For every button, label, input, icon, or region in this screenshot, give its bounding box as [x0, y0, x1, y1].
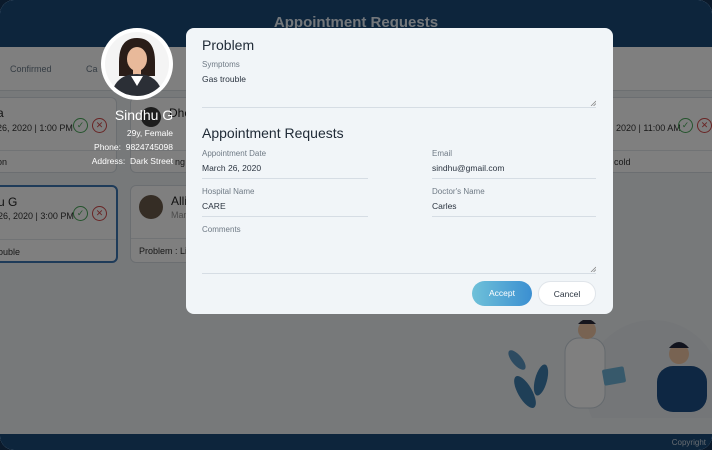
- resize-handle-icon[interactable]: [590, 100, 596, 106]
- resize-handle-icon[interactable]: [590, 266, 596, 272]
- comments-underline: [202, 273, 596, 274]
- doctor-label: Doctor's Name: [432, 187, 485, 196]
- patient-address: Address: Dark Street: [92, 156, 173, 166]
- field-underline: [202, 178, 368, 179]
- email-field[interactable]: sindhu@gmail.com: [432, 163, 504, 173]
- cancel-button[interactable]: Cancel: [538, 281, 596, 306]
- phone-label: Phone:: [94, 142, 121, 152]
- app-window: Appointment Requests Confirmed Ca a 26, …: [0, 0, 712, 450]
- field-underline: [432, 178, 596, 179]
- doctor-field[interactable]: Carles: [432, 201, 457, 211]
- field-underline: [432, 216, 596, 217]
- section-heading: Appointment Requests: [202, 125, 344, 141]
- field-underline: [202, 216, 368, 217]
- appointment-modal: Problem Symptoms Gas trouble Appointment…: [186, 28, 613, 314]
- appointment-date-label: Appointment Date: [202, 149, 267, 158]
- symptoms-underline: [202, 107, 596, 108]
- phone-value: 9824745098: [125, 142, 173, 152]
- hospital-field[interactable]: CARE: [202, 201, 226, 211]
- problem-heading: Problem: [202, 37, 255, 53]
- appointment-date-field[interactable]: March 26, 2020: [202, 163, 261, 173]
- accept-button[interactable]: Accept: [472, 281, 532, 306]
- patient-phone: Phone: 9824745098: [94, 142, 173, 152]
- comments-field[interactable]: [202, 239, 592, 269]
- email-label: Email: [432, 149, 453, 158]
- patient-age-gender: 29y, Female: [126, 128, 173, 138]
- patient-avatar: [101, 28, 173, 100]
- address-label: Address:: [91, 156, 126, 166]
- comments-label: Comments: [202, 225, 241, 234]
- symptoms-field[interactable]: Gas trouble: [202, 74, 246, 84]
- symptoms-label: Symptoms: [202, 60, 240, 69]
- address-value: Dark Street: [130, 156, 173, 166]
- hospital-label: Hospital Name: [202, 187, 255, 196]
